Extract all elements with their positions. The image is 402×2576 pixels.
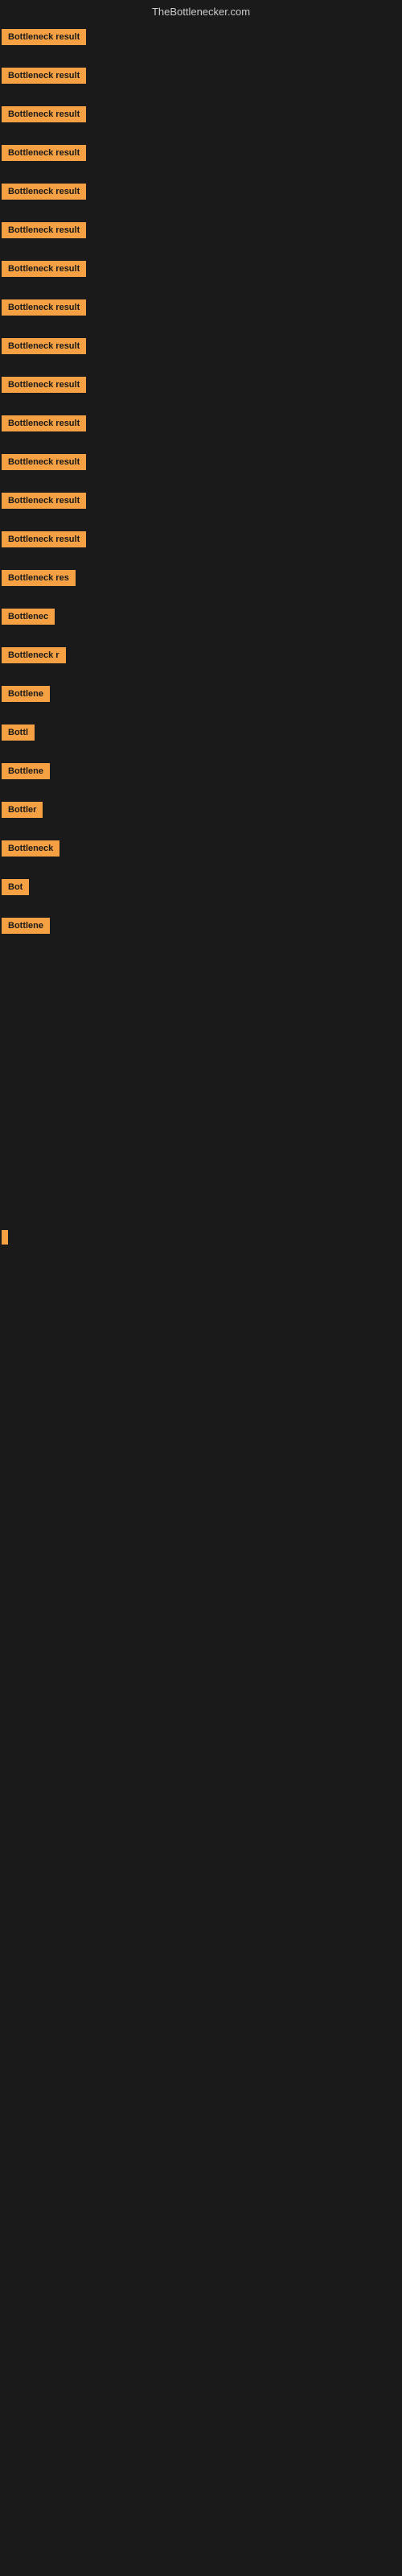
bottleneck-badge[interactable]: Bottleneck result [2, 29, 86, 45]
bottleneck-badge[interactable]: Bottleneck r [2, 647, 66, 663]
list-item: Bottleneck result [2, 448, 402, 486]
list-item: Bottleneck result [2, 486, 402, 525]
list-item: Bottleneck result [2, 409, 402, 448]
list-item: Bottleneck result [2, 332, 402, 370]
bottleneck-badge[interactable]: Bottleneck result [2, 106, 86, 122]
bottleneck-badge[interactable]: Bottleneck result [2, 338, 86, 354]
list-item [2, 1224, 402, 1297]
bottleneck-badge[interactable]: Bottleneck [2, 840, 59, 857]
list-item: Bottleneck result [2, 216, 402, 254]
bottleneck-badge[interactable]: Bottleneck res [2, 570, 76, 586]
bottleneck-badge[interactable]: Bottleneck result [2, 145, 86, 161]
list-item [2, 1516, 402, 1571]
rows-container: Bottleneck result Bottleneck result Bott… [0, 23, 402, 1625]
bottleneck-badge[interactable]: Bottleneck result [2, 68, 86, 84]
list-item [2, 1059, 402, 1114]
list-item: Bot [2, 873, 402, 911]
list-item [2, 1461, 402, 1516]
bottleneck-badge[interactable]: Bottleneck result [2, 261, 86, 277]
list-item: Bottleneck r [2, 641, 402, 679]
list-item [2, 1571, 402, 1625]
bottleneck-badge[interactable]: Bottlene [2, 686, 50, 702]
bottleneck-badge[interactable]: Bottleneck result [2, 222, 86, 238]
bottleneck-badge[interactable]: Bottleneck result [2, 493, 86, 509]
list-item: Bottleneck result [2, 100, 402, 138]
list-item: Bottleneck [2, 834, 402, 873]
list-item: Bottler [2, 795, 402, 834]
list-item: Bottleneck result [2, 370, 402, 409]
bottleneck-badge[interactable]: Bottlene [2, 763, 50, 779]
bottleneck-badge[interactable]: Bottleneck result [2, 377, 86, 393]
bottleneck-badge[interactable]: Bottlenec [2, 609, 55, 625]
list-item: Bottleneck result [2, 293, 402, 332]
list-item: Bottleneck result [2, 138, 402, 177]
list-item [2, 1352, 402, 1406]
list-item [2, 950, 402, 1005]
list-item [2, 1005, 402, 1059]
bottleneck-badge[interactable]: Bottleneck result [2, 415, 86, 431]
tiny-indicator [2, 1230, 8, 1245]
bottleneck-badge[interactable]: Bottlene [2, 918, 50, 934]
bottleneck-badge[interactable]: Bottleneck result [2, 454, 86, 470]
list-item: Bottleneck result [2, 525, 402, 564]
page-wrapper: TheBottlenecker.com Bottleneck result Bo… [0, 0, 402, 2576]
list-item: Bottleneck result [2, 177, 402, 216]
list-item [2, 1297, 402, 1352]
list-item: Bottlene [2, 911, 402, 950]
bottleneck-badge[interactable]: Bottleneck result [2, 299, 86, 316]
list-item: Bottleneck result [2, 254, 402, 293]
site-title: TheBottlenecker.com [152, 6, 250, 18]
bottleneck-badge[interactable]: Bot [2, 879, 29, 895]
list-item [2, 1406, 402, 1461]
bottleneck-badge[interactable]: Bottleneck result [2, 184, 86, 200]
bottleneck-badge[interactable]: Bottl [2, 724, 35, 741]
list-item: Bottl [2, 718, 402, 757]
bottleneck-badge[interactable]: Bottleneck result [2, 531, 86, 547]
site-header: TheBottlenecker.com [0, 0, 402, 23]
list-item: Bottlene [2, 679, 402, 718]
list-item [2, 1114, 402, 1169]
list-item: Bottleneck result [2, 23, 402, 61]
list-item: Bottleneck result [2, 61, 402, 100]
list-item: Bottlene [2, 757, 402, 795]
list-item: Bottlenec [2, 602, 402, 641]
list-item [2, 1169, 402, 1224]
list-item: Bottleneck res [2, 564, 402, 602]
bottleneck-badge[interactable]: Bottler [2, 802, 43, 818]
